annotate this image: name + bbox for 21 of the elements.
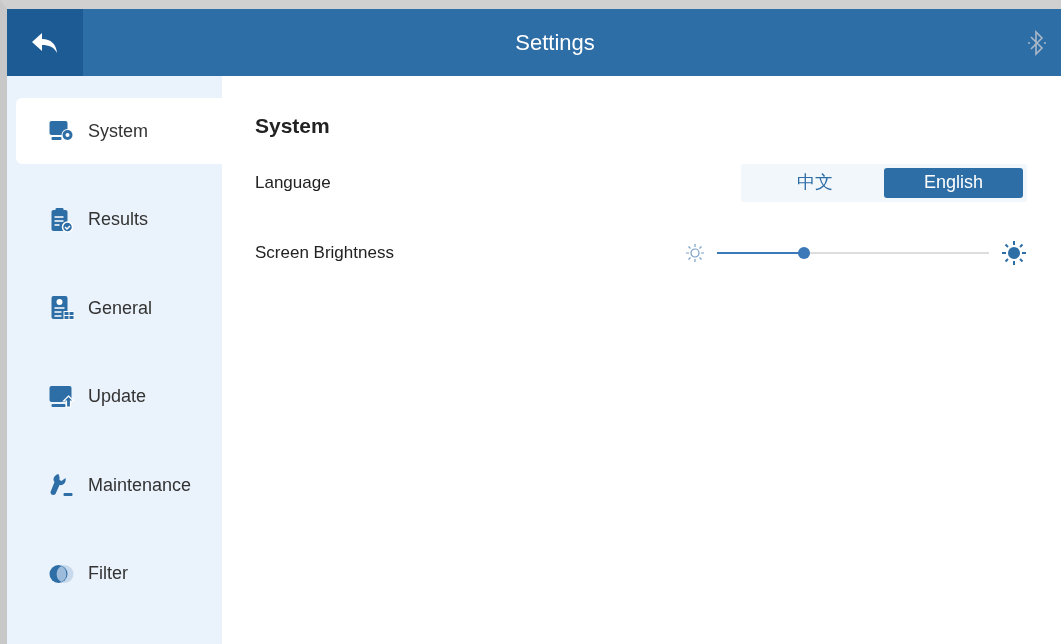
setting-label: Language bbox=[255, 171, 331, 194]
sidebar-item[interactable]: Results bbox=[16, 186, 222, 253]
setting-label: Screen Brightness bbox=[255, 241, 394, 264]
sidebar-item[interactable]: Filter bbox=[16, 540, 222, 607]
language-option[interactable]: 中文 bbox=[745, 167, 884, 198]
back-arrow-icon bbox=[30, 30, 60, 55]
bluetooth-icon[interactable] bbox=[1027, 29, 1047, 56]
language-option[interactable]: English bbox=[884, 167, 1023, 198]
slider-thumb[interactable] bbox=[798, 246, 811, 259]
sidebar-item[interactable]: Maintenance bbox=[16, 452, 222, 518]
section-title: System bbox=[255, 113, 331, 139]
brightness-slider[interactable] bbox=[717, 246, 989, 259]
wrench-icon bbox=[48, 472, 76, 498]
sidebar-item[interactable]: System bbox=[16, 98, 222, 164]
header-title: Settings bbox=[514, 29, 596, 57]
sidebar-item[interactable]: General bbox=[16, 275, 222, 341]
back-button[interactable] bbox=[7, 9, 83, 76]
bright-sun-icon bbox=[1001, 239, 1027, 266]
dim-sun-icon bbox=[685, 242, 705, 263]
sidebar-item[interactable]: Update bbox=[16, 363, 222, 430]
monitor-upload-icon bbox=[48, 383, 76, 410]
